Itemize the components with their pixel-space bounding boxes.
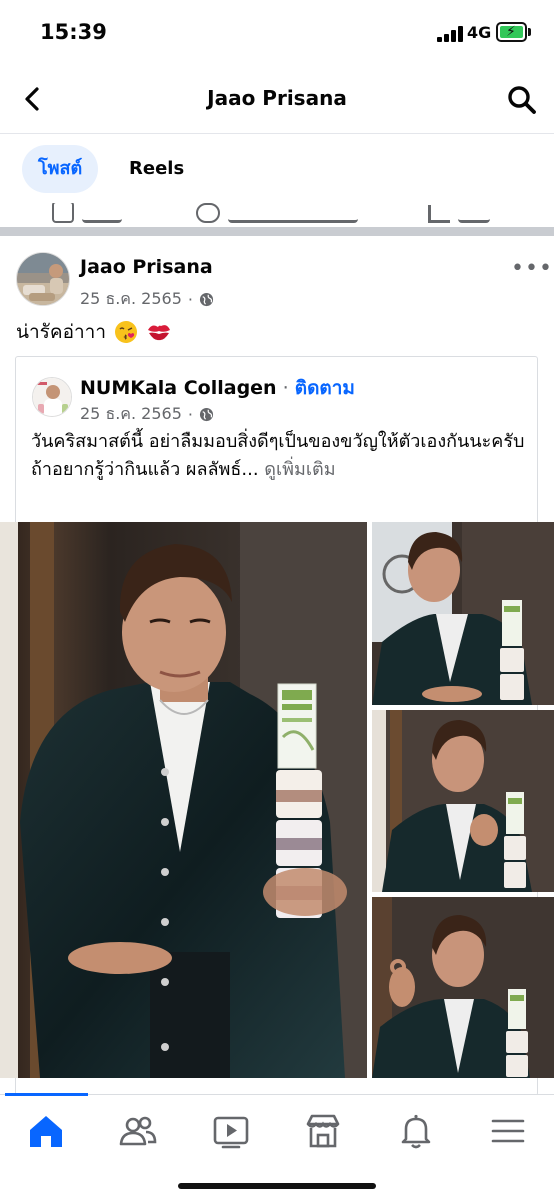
- page-title: Jaao Prisana: [207, 86, 347, 110]
- share-action-cut[interactable]: [428, 203, 490, 223]
- nav-menu[interactable]: [488, 1111, 528, 1151]
- battery-tip: [528, 28, 531, 36]
- friends-icon: [119, 1116, 157, 1146]
- like-icon: [52, 203, 74, 223]
- share-icon: [428, 205, 450, 223]
- meta-separator: ·: [187, 290, 193, 309]
- marketplace-icon: [306, 1114, 340, 1148]
- man-with-product-thumbnail-1: [372, 522, 554, 705]
- kissing-face-icon: [115, 321, 137, 343]
- man-with-product-thumbnail-3: [372, 897, 554, 1078]
- man-holding-product-photo: [0, 522, 367, 1078]
- photo-side-1[interactable]: [372, 522, 554, 705]
- avatar-image: [17, 253, 69, 305]
- nav-video[interactable]: [211, 1111, 251, 1151]
- caption-text: น่ารัคอ่าาา: [16, 321, 106, 343]
- home-icon: [30, 1116, 62, 1147]
- video-icon: [213, 1116, 249, 1149]
- nav-notifications[interactable]: [396, 1111, 436, 1151]
- man-with-product-thumbnail-2: [372, 710, 554, 892]
- nav-home[interactable]: [26, 1111, 66, 1151]
- like-action-cut[interactable]: [52, 203, 122, 223]
- status-bar: 15:39 4G ⚡: [0, 0, 554, 66]
- post-author-name[interactable]: Jaao Prisana: [80, 256, 213, 278]
- shared-page-avatar[interactable]: [32, 377, 72, 417]
- post-caption: น่ารัคอ่าาา: [16, 317, 172, 347]
- nav-friends[interactable]: [118, 1111, 158, 1151]
- shared-post-text: วันคริสมาสต์นี้ อย่าลืมมอบสิ่งดีๆเป็นของ…: [31, 428, 531, 484]
- network-label: 4G: [467, 23, 492, 42]
- page-avatar-image: [33, 378, 71, 416]
- feed-divider: [0, 227, 554, 236]
- comment-action-cut[interactable]: [196, 203, 358, 223]
- shared-post-header: NUMKala Collagen · ติดตาม: [80, 373, 355, 403]
- shared-text-line1: วันคริสมาสต์นี้ อย่าลืมมอบสิ่งดีๆเป็นของ…: [31, 431, 525, 452]
- shared-text-line2: ถ้าอยากรู้ว่ากินแล้ว ผลลัพธ์...: [31, 459, 259, 480]
- author-avatar[interactable]: [16, 252, 70, 306]
- home-indicator[interactable]: [178, 1183, 376, 1189]
- photo-side-3[interactable]: [372, 897, 554, 1078]
- menu-icon: [491, 1119, 525, 1143]
- follow-button[interactable]: ติดตาม: [295, 377, 355, 399]
- post-more-button[interactable]: •••: [511, 256, 553, 281]
- nav-active-indicator: [5, 1093, 88, 1096]
- tab-posts[interactable]: โพสต์: [22, 145, 99, 193]
- shared-page-name[interactable]: NUMKala Collagen: [80, 377, 277, 399]
- see-more-link[interactable]: ดูเพิ่มเติม: [264, 459, 335, 480]
- photo-side-2[interactable]: [372, 710, 554, 892]
- top-header: Jaao Prisana: [0, 66, 554, 134]
- post-meta: 25 ธ.ค. 2565 ·: [80, 287, 214, 312]
- shared-post-meta: 25 ธ.ค. 2565 ·: [80, 402, 214, 427]
- status-time: 15:39: [40, 20, 107, 44]
- comment-icon: [196, 203, 220, 223]
- post-date[interactable]: 25 ธ.ค. 2565: [80, 287, 182, 312]
- profile-tabs: โพสต์ Reels: [0, 135, 554, 203]
- meta-separator: ·: [187, 405, 193, 424]
- tab-reels[interactable]: Reels: [113, 145, 200, 193]
- shared-separator: ·: [282, 377, 289, 399]
- kiss-mark-icon: [148, 325, 170, 341]
- nav-marketplace[interactable]: [303, 1111, 343, 1151]
- search-icon: [508, 86, 536, 114]
- previous-post-actions: [0, 203, 554, 227]
- signal-icon: [437, 25, 463, 42]
- globe-icon: [199, 407, 214, 422]
- globe-icon: [199, 292, 214, 307]
- search-button[interactable]: [506, 84, 538, 116]
- shared-post-date[interactable]: 25 ธ.ค. 2565: [80, 402, 182, 427]
- bell-icon: [401, 1114, 431, 1149]
- battery-icon: ⚡: [496, 22, 527, 42]
- photo-main[interactable]: [0, 522, 367, 1078]
